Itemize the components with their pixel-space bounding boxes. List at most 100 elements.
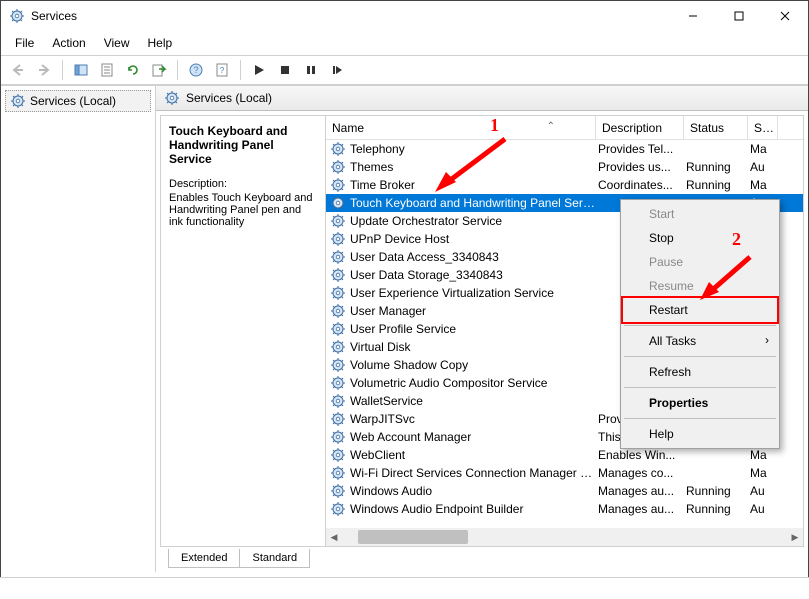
ctx-help[interactable]: Help	[623, 422, 777, 446]
col-status[interactable]: Status	[684, 116, 748, 139]
service-desc: Coordinates...	[598, 178, 686, 192]
gear-icon	[330, 267, 346, 283]
start-service-button[interactable]	[248, 59, 270, 81]
service-desc: Provides Tel...	[598, 142, 686, 156]
scroll-right-icon[interactable]: ▶	[787, 529, 803, 545]
service-row[interactable]: TelephonyProvides Tel... Ma	[326, 140, 803, 158]
minimize-button[interactable]	[670, 1, 716, 31]
col-name[interactable]: Name	[326, 116, 596, 139]
service-name: Volume Shadow Copy	[350, 358, 598, 372]
ctx-separator	[624, 325, 776, 326]
gear-icon	[330, 321, 346, 337]
close-button[interactable]	[762, 1, 808, 31]
detail-pane: Touch Keyboard and Handwriting Panel Ser…	[161, 116, 326, 546]
menubar: File Action View Help	[1, 31, 808, 55]
scroll-left-icon[interactable]: ◀	[326, 529, 342, 545]
back-button[interactable]	[7, 59, 29, 81]
help-button[interactable]: ?	[185, 59, 207, 81]
stop-service-button[interactable]	[274, 59, 296, 81]
svg-text:?: ?	[220, 66, 225, 75]
service-startup: Au	[750, 484, 780, 498]
service-startup: Ma	[750, 142, 780, 156]
service-startup: Ma	[750, 466, 780, 480]
gear-icon	[330, 141, 346, 157]
gear-icon	[330, 159, 346, 175]
service-status: Running	[686, 178, 750, 192]
gear-icon	[330, 393, 346, 409]
ctx-stop[interactable]: Stop	[623, 226, 777, 250]
gear-icon	[10, 93, 26, 109]
gear-icon	[330, 177, 346, 193]
ctx-resume: Resume	[623, 274, 777, 298]
service-row[interactable]: Time BrokerCoordinates...RunningMa	[326, 176, 803, 194]
ctx-restart[interactable]: Restart	[623, 298, 777, 322]
pause-service-button[interactable]	[300, 59, 322, 81]
service-name: UPnP Device Host	[350, 232, 598, 246]
service-name: User Profile Service	[350, 322, 598, 336]
service-desc: Enables Win...	[598, 448, 686, 462]
service-status: Running	[686, 502, 750, 516]
menu-action[interactable]: Action	[44, 33, 93, 53]
service-name: User Data Storage_3340843	[350, 268, 598, 282]
service-startup: Au	[750, 160, 780, 174]
show-hide-tree-button[interactable]	[70, 59, 92, 81]
restart-service-button[interactable]	[326, 59, 348, 81]
gear-icon	[164, 90, 180, 106]
service-name: Wi-Fi Direct Services Connection Manager…	[350, 466, 598, 480]
tree-item-services-local[interactable]: Services (Local)	[5, 90, 151, 112]
toolbar: ? ?	[1, 56, 808, 84]
ctx-all-tasks[interactable]: All Tasks	[623, 329, 777, 353]
ctx-separator	[624, 418, 776, 419]
svg-text:?: ?	[193, 65, 198, 75]
col-description[interactable]: Description	[596, 116, 684, 139]
tree-item-label: Services (Local)	[30, 94, 116, 108]
ctx-pause: Pause	[623, 250, 777, 274]
service-row[interactable]: ThemesProvides us...RunningAu	[326, 158, 803, 176]
ctx-refresh[interactable]: Refresh	[623, 360, 777, 384]
service-desc: Manages co...	[598, 466, 686, 480]
forward-button[interactable]	[33, 59, 55, 81]
gear-icon	[330, 375, 346, 391]
detail-title: Touch Keyboard and Handwriting Panel Ser…	[169, 124, 317, 166]
statusbar	[0, 577, 809, 599]
export-button[interactable]	[148, 59, 170, 81]
context-menu: Start Stop Pause Resume Restart All Task…	[620, 199, 780, 449]
service-name: User Experience Virtualization Service	[350, 286, 598, 300]
service-name: WalletService	[350, 394, 598, 408]
service-status: Running	[686, 484, 750, 498]
window-title: Services	[31, 9, 670, 23]
refresh-button[interactable]	[122, 59, 144, 81]
tab-extended[interactable]: Extended	[168, 549, 239, 568]
gear-icon	[330, 213, 346, 229]
ctx-start: Start	[623, 202, 777, 226]
scroll-thumb[interactable]	[358, 530, 468, 544]
service-name: Time Broker	[350, 178, 598, 192]
service-row[interactable]: Wi-Fi Direct Services Connection Manager…	[326, 464, 803, 482]
service-name: Web Account Manager	[350, 430, 598, 444]
service-startup: Ma	[750, 178, 780, 192]
menu-help[interactable]: Help	[140, 33, 181, 53]
service-row[interactable]: Windows Audio Endpoint BuilderManages au…	[326, 500, 803, 518]
ctx-separator	[624, 356, 776, 357]
detail-desc: Enables Touch Keyboard and Handwriting P…	[169, 192, 317, 228]
gear-icon	[330, 465, 346, 481]
ctx-properties[interactable]: Properties	[623, 391, 777, 415]
horizontal-scrollbar[interactable]: ◀ ▶	[326, 528, 803, 546]
view-tabs: Extended Standard	[160, 549, 804, 568]
menu-view[interactable]: View	[96, 33, 138, 53]
service-name: Windows Audio	[350, 484, 598, 498]
col-startup[interactable]: Sta...	[748, 116, 778, 139]
menu-file[interactable]: File	[7, 33, 42, 53]
tab-standard[interactable]: Standard	[239, 549, 310, 568]
service-row[interactable]: Windows AudioManages au...RunningAu	[326, 482, 803, 500]
gear-icon	[330, 195, 346, 211]
service-name: Update Orchestrator Service	[350, 214, 598, 228]
maximize-button[interactable]	[716, 1, 762, 31]
gear-icon	[330, 501, 346, 517]
properties-button[interactable]	[96, 59, 118, 81]
service-name: Telephony	[350, 142, 598, 156]
list-header-title: Services (Local)	[186, 91, 272, 105]
tree-pane: Services (Local)	[1, 86, 156, 572]
help2-button[interactable]: ?	[211, 59, 233, 81]
titlebar: Services	[1, 1, 808, 31]
